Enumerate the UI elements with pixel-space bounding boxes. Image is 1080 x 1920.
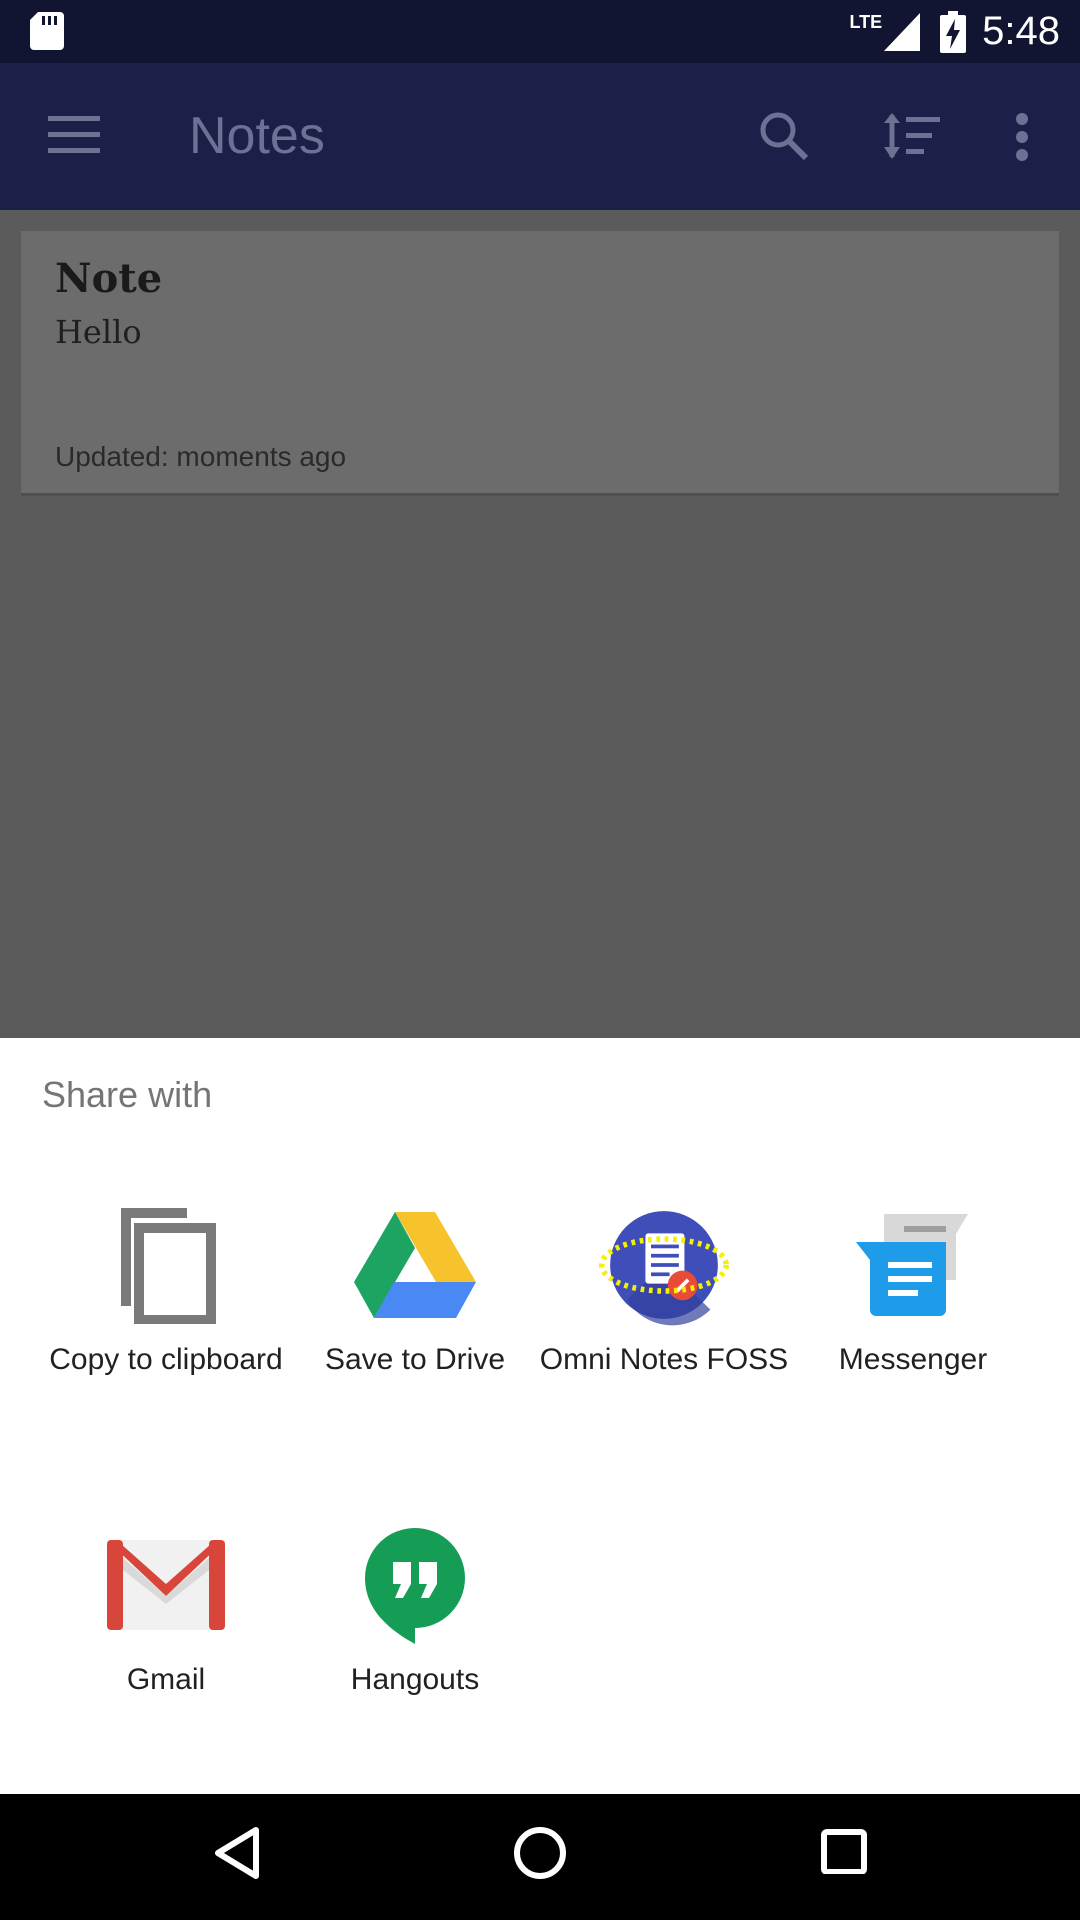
search-icon[interactable] [758, 110, 810, 162]
sd-card-icon [30, 12, 64, 50]
note-title: Note [55, 255, 163, 302]
share-app-drive[interactable]: Save to Drive [280, 1200, 550, 1450]
signal-icon [884, 12, 921, 51]
share-app-messenger[interactable]: Messenger [778, 1200, 1048, 1450]
back-icon[interactable] [214, 1826, 260, 1880]
menu-icon[interactable] [48, 114, 100, 154]
share-app-label: Hangouts [350, 1663, 480, 1696]
hangouts-icon [350, 1520, 480, 1650]
drive-icon [350, 1200, 480, 1330]
share-app-label: Save to Drive [324, 1343, 506, 1376]
gmail-icon [101, 1520, 231, 1650]
note-body: Hello [55, 313, 142, 351]
messenger-icon [848, 1200, 978, 1330]
recents-icon[interactable] [820, 1826, 868, 1874]
battery-charging-icon [940, 10, 967, 53]
share-app-label: Gmail [126, 1663, 206, 1696]
navigation-bar [0, 1794, 1080, 1920]
note-card[interactable]: Note Hello Updated: moments ago [21, 231, 1059, 496]
app-bar: Notes [0, 63, 1080, 210]
share-heading: Share with [42, 1074, 213, 1115]
share-app-label: Omni Notes FOSS [539, 1343, 789, 1376]
share-app-clipboard[interactable]: Copy to clipboard [31, 1200, 301, 1450]
clock: 5:48 [982, 9, 1060, 53]
share-sheet: Share with Copy to clipboard Save to Dri… [0, 1038, 1080, 1794]
share-app-label: Copy to clipboard [49, 1343, 283, 1376]
share-app-gmail[interactable]: Gmail [31, 1520, 301, 1770]
network-type: LTE [849, 12, 883, 32]
more-vert-icon[interactable] [1014, 113, 1030, 161]
status-bar: LTE 5:48 [0, 0, 1080, 63]
omni-notes-icon [599, 1200, 729, 1330]
sort-icon[interactable] [884, 113, 940, 159]
share-app-hangouts[interactable]: Hangouts [280, 1520, 550, 1770]
home-icon[interactable] [513, 1826, 567, 1880]
share-app-omni-notes[interactable]: Omni Notes FOSS [529, 1200, 799, 1450]
page-title: Notes [189, 107, 325, 165]
note-updated: Updated: moments ago [55, 441, 347, 472]
share-app-label: Messenger [838, 1343, 988, 1376]
clipboard-icon [101, 1200, 231, 1330]
